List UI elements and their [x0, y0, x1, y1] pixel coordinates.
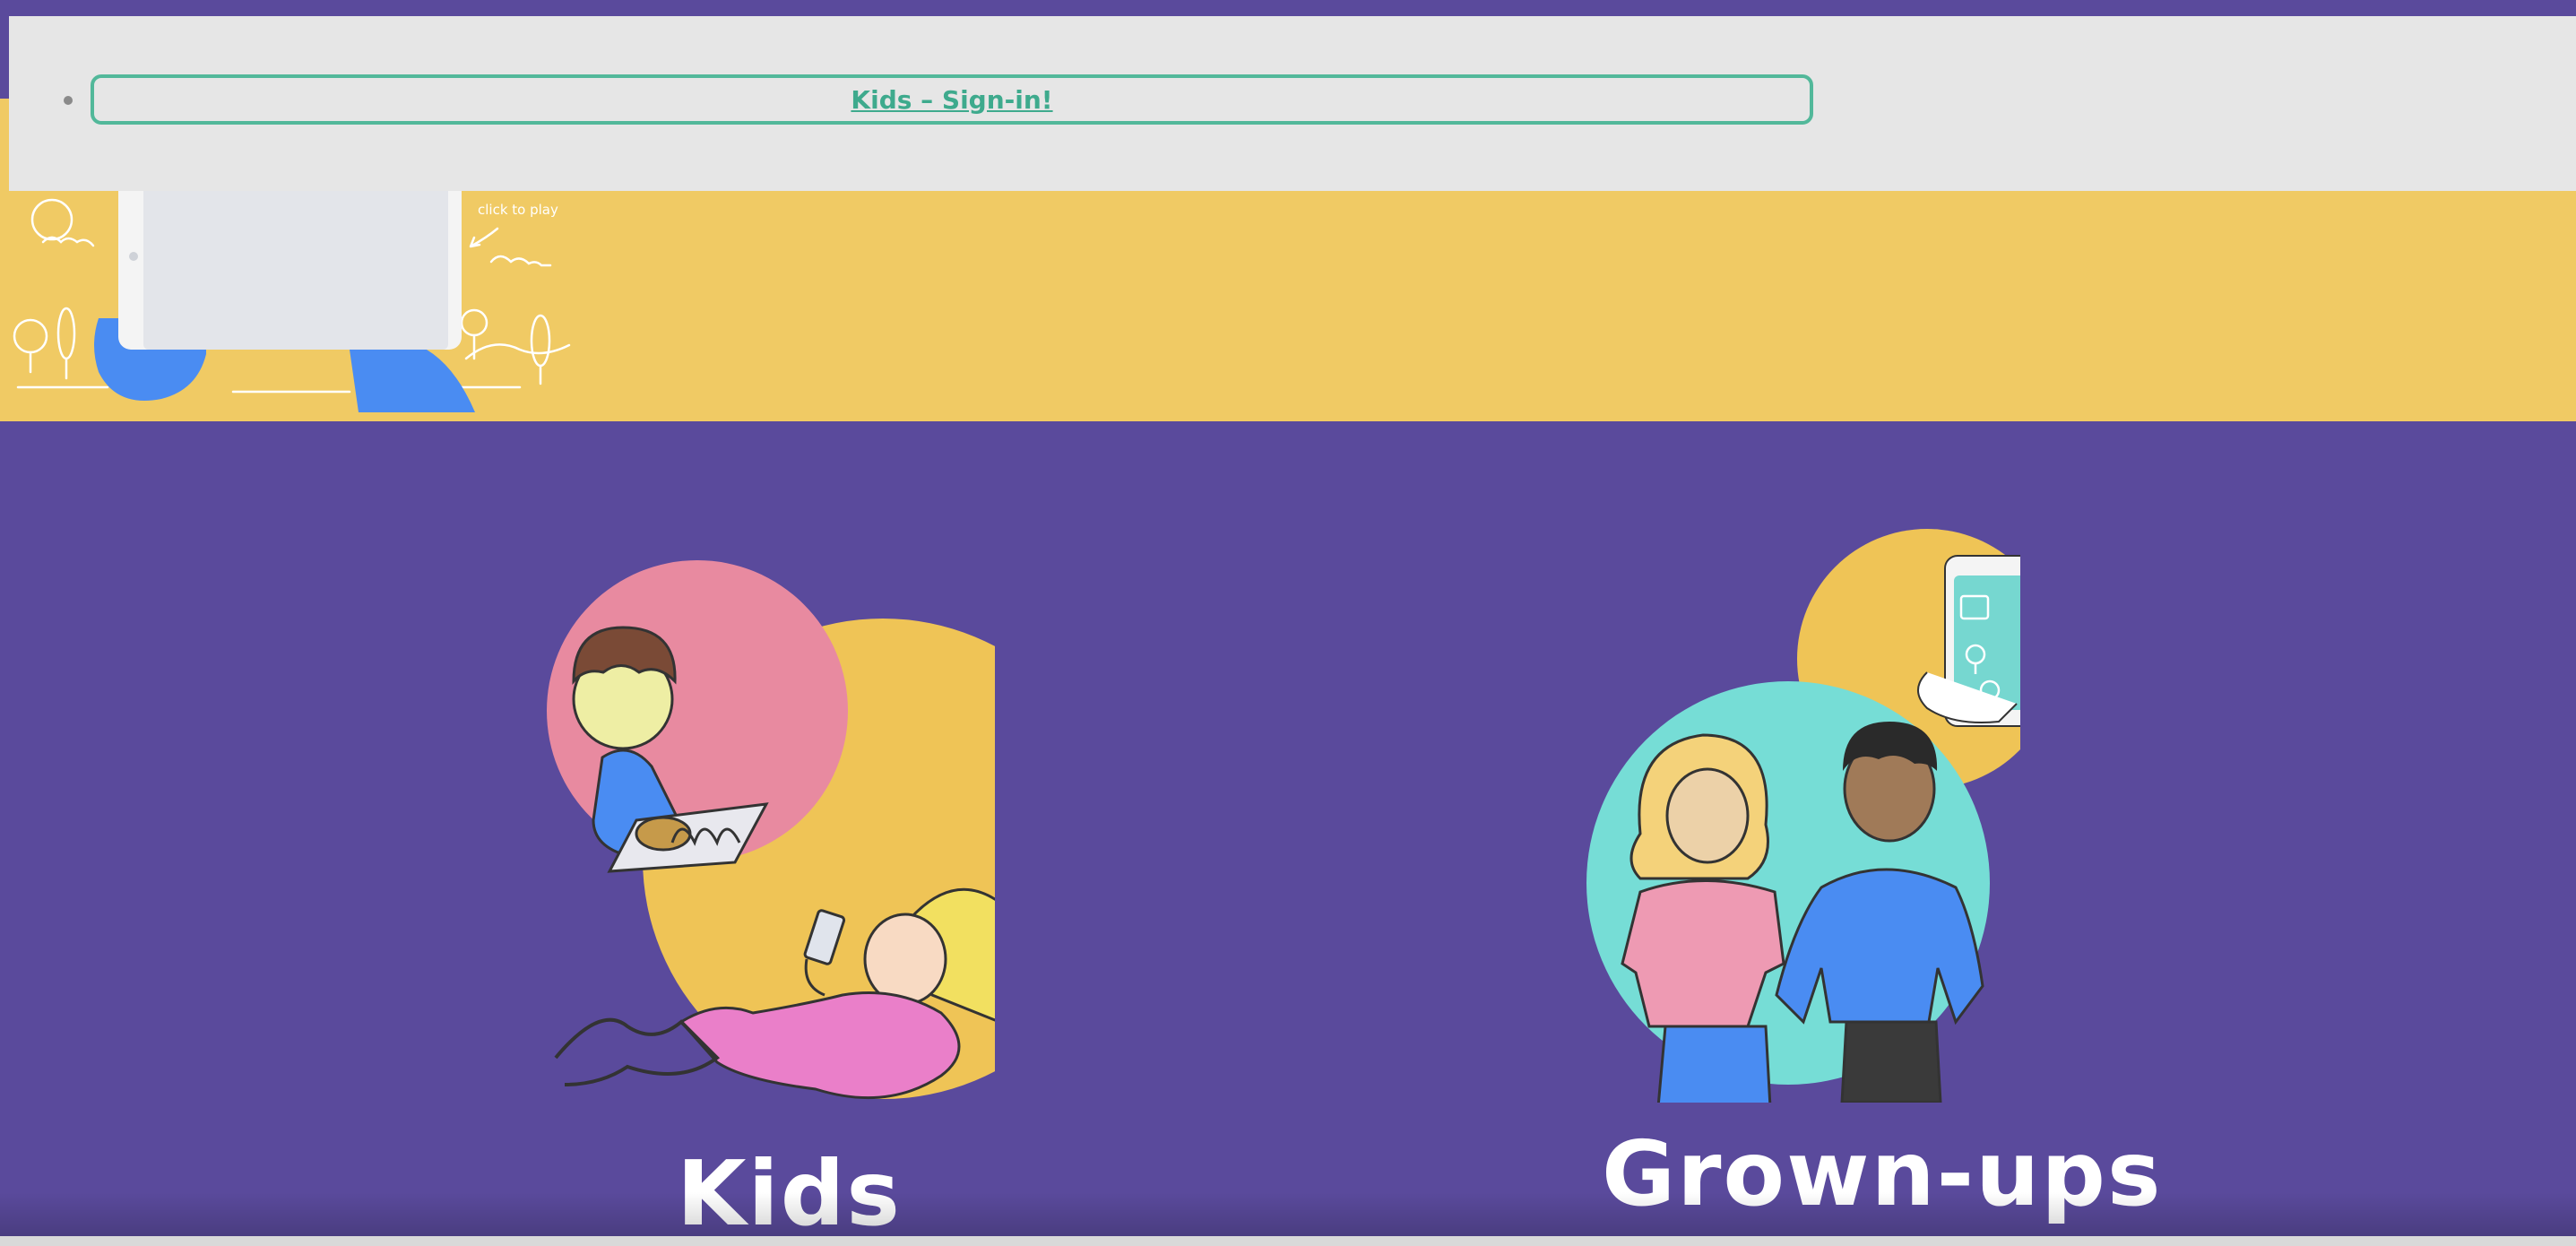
kids-illustration [547, 560, 995, 1100]
kids-signin-link[interactable]: Kids – Sign-in! [91, 74, 1813, 125]
grownups-title: Grown-ups [1602, 1121, 2163, 1226]
kids-card[interactable]: Kids [538, 538, 1004, 1244]
grownups-illustration [1586, 529, 2020, 1103]
page-bottom-shade [0, 1192, 2576, 1236]
list-bullet [64, 96, 73, 105]
play-hint-label: click to play [478, 202, 558, 218]
kids-title: Kids [677, 1141, 902, 1246]
grownups-card[interactable]: Grown-ups [1586, 529, 2160, 1237]
nav-bar: Kids – Sign-in! [9, 16, 2576, 191]
